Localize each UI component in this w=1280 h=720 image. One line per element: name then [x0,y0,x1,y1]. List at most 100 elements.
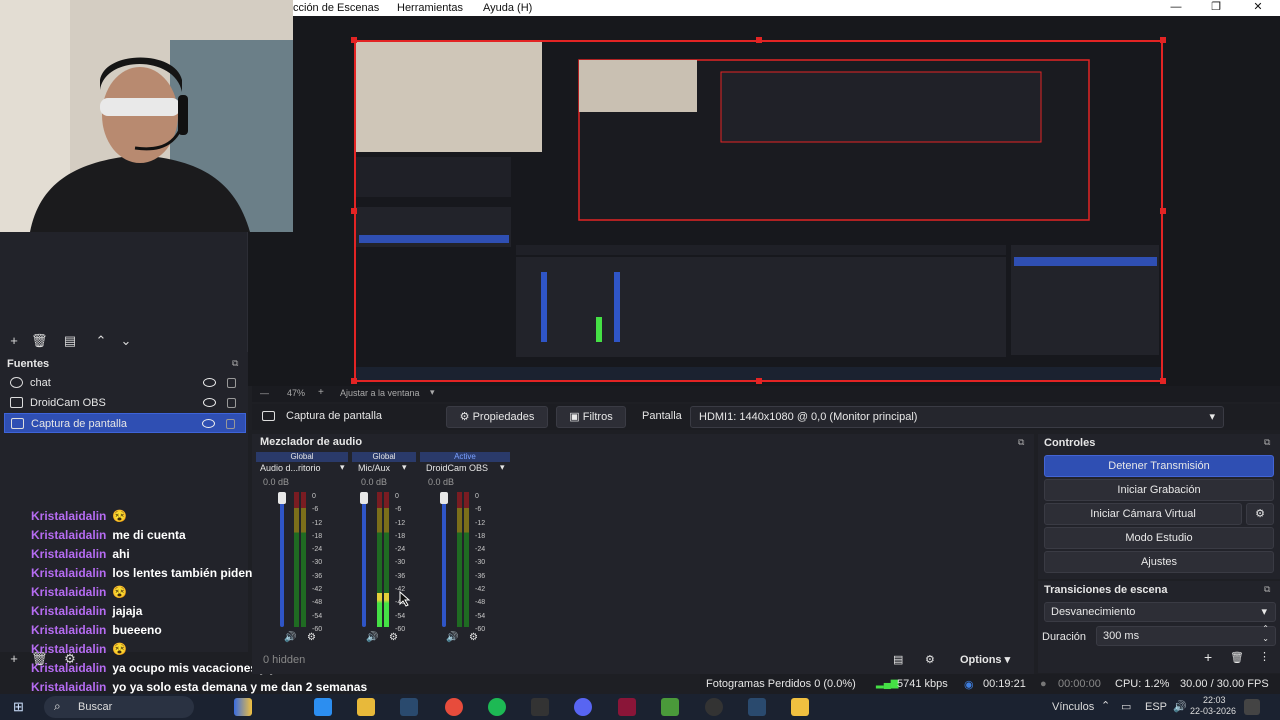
volume-slider-track[interactable] [362,492,366,627]
add-scene-icon[interactable]: + [6,333,22,349]
chrome-icon[interactable] [445,698,463,716]
steam-running-icon[interactable] [748,698,766,716]
visibility-eye-icon[interactable] [203,398,216,407]
obs-icon[interactable] [705,698,723,716]
dock-icon[interactable]: ⧉ [1018,437,1024,448]
zoom-out-icon[interactable]: — [260,388,269,398]
app-pinned-icon[interactable] [791,698,809,716]
language-indicator[interactable]: ESP [1145,701,1167,713]
chevron-up-icon[interactable]: ⌃ [1101,699,1110,712]
volume-slider-track[interactable] [442,492,446,627]
studio-mode-button[interactable]: Modo Estudio [1044,527,1274,549]
windows-start-icon[interactable]: ⊞ [13,699,24,715]
chevron-down-icon[interactable]: ▾ [340,462,345,473]
channel-header: Global [256,452,348,462]
steam-icon[interactable] [400,698,418,716]
volume-slider-knob[interactable] [440,492,448,504]
selected-source-name: Captura de pantalla [286,410,383,422]
transition-select[interactable]: Desvanecimiento ▾ [1044,602,1276,622]
settings-button[interactable]: Ajustes [1044,551,1274,573]
file-explorer-icon[interactable] [357,698,375,716]
preview-canvas[interactable] [354,40,1163,382]
maximize-button[interactable]: ❐ [1196,0,1236,16]
volume-icon[interactable]: 🔊 [1173,700,1187,713]
channel-name: Mic/Aux [358,463,391,473]
clock-time[interactable]: 22:03 [1203,695,1226,705]
speaker-icon[interactable]: 🔊 [446,632,458,643]
properties-button[interactable]: ⚙ Propiedades [446,406,548,428]
resize-handle[interactable] [1160,37,1166,43]
menu-tools[interactable]: Herramientas [397,2,463,14]
layout-icon[interactable]: ▤ [893,653,903,666]
lock-icon[interactable] [227,398,236,408]
spotify-icon[interactable] [488,698,506,716]
trash-icon[interactable]: 🗑 [1230,651,1244,664]
close-button[interactable]: ✕ [1238,0,1278,16]
menu-scene-collection[interactable]: cción de Escenas [293,2,379,14]
speaker-icon[interactable]: 🔊 [284,632,296,643]
links-toolbar[interactable]: Vínculos [1052,701,1094,713]
hidden-count[interactable]: 0 hidden [263,654,305,666]
virtual-camera-settings-button[interactable]: ⚙ [1246,503,1274,525]
volume-db: 0.0 dB [428,477,455,487]
app-icon[interactable] [618,698,636,716]
resize-handle[interactable] [351,37,357,43]
volume-slider-knob[interactable] [360,492,368,504]
epic-games-icon[interactable] [531,698,549,716]
lock-icon[interactable] [226,419,235,429]
chevron-down-icon[interactable]: ▾ [500,462,505,473]
chevron-down-icon[interactable]: ▾ [402,462,407,473]
source-label: Captura de pantalla [31,418,128,430]
resize-handle[interactable] [351,208,357,214]
source-item-droidcam[interactable]: DroidCam OBS [4,393,246,413]
scene-filter-icon[interactable]: ▤ [62,333,78,349]
chevron-down-icon[interactable]: ▾ [430,387,435,398]
screen-select[interactable]: HDMI1: 1440x1080 @ 0,0 (Monitor principa… [690,406,1224,428]
fit-window-select[interactable]: Ajustar a la ventana [340,388,420,398]
add-transition-icon[interactable]: + [1204,649,1212,665]
start-recording-button[interactable]: Iniciar Grabación [1044,479,1274,501]
move-up-icon[interactable]: ⌃ [93,333,109,349]
visibility-eye-icon[interactable] [202,419,215,428]
search-box[interactable]: ⌕ Buscar [44,696,194,718]
more-options-icon[interactable]: ⋮ [1259,650,1270,663]
discord-icon[interactable] [574,698,592,716]
channel-settings-icon[interactable]: ⚙ [389,632,398,643]
virtual-camera-button[interactable]: Iniciar Cámara Virtual [1044,503,1242,525]
minimize-button[interactable]: — [1156,0,1196,16]
add-source-icon[interactable]: + [6,651,22,667]
source-properties-bar: Captura de pantalla ⚙ Propiedades ▣ Filt… [252,404,1280,430]
volume-slider-knob[interactable] [278,492,286,504]
dock-icon[interactable]: ⧉ [1264,437,1270,448]
menu-help[interactable]: Ayuda (H) [483,2,532,14]
speaker-icon[interactable]: 🔊 [366,632,378,643]
filters-button[interactable]: ▣ Filtros [556,406,626,428]
options-button[interactable]: Options ▾ [960,653,1010,666]
volume-slider-track[interactable] [280,492,284,627]
resize-handle[interactable] [756,378,762,384]
copilot-icon[interactable] [314,698,332,716]
source-item-chat[interactable]: chat [4,373,246,393]
resize-handle[interactable] [1160,378,1166,384]
dock-icon[interactable]: ⧉ [232,358,238,369]
dock-icon[interactable]: ⧉ [1264,584,1270,595]
minecraft-icon[interactable] [661,698,679,716]
link-icon[interactable]: ⚙ [925,653,935,666]
move-down-icon[interactable]: ⌄ [118,333,134,349]
network-icon[interactable]: ▭ [1121,700,1131,713]
clock-date[interactable]: 22-03-2026 [1190,706,1236,716]
channel-settings-icon[interactable]: ⚙ [307,632,316,643]
widget-icon[interactable] [234,698,252,716]
resize-handle[interactable] [1160,208,1166,214]
resize-handle[interactable] [756,37,762,43]
source-item-screen-capture[interactable]: Captura de pantalla [4,413,246,433]
channel-settings-icon[interactable]: ⚙ [469,632,478,643]
zoom-in-icon[interactable]: + [318,387,324,398]
trash-icon[interactable]: 🗑 [31,333,48,349]
lock-icon[interactable] [227,378,236,388]
stop-stream-button[interactable]: Detener Transmisión [1044,455,1274,477]
duration-spinbox[interactable]: 300 ms ⌃ ⌄ [1096,624,1276,646]
visibility-eye-icon[interactable] [203,378,216,387]
resize-handle[interactable] [351,378,357,384]
notification-icon[interactable] [1244,699,1260,715]
